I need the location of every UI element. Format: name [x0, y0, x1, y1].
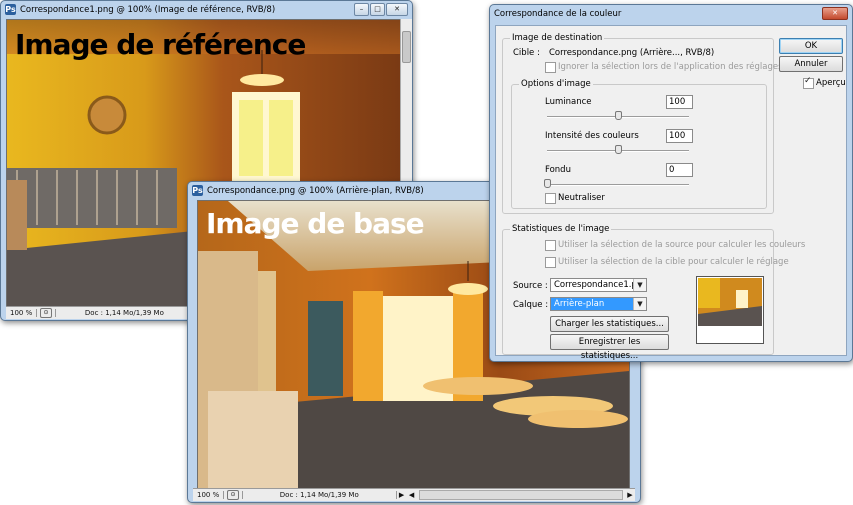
base-overlay-text: Image de base — [206, 207, 425, 240]
fade-input[interactable]: 0 — [666, 163, 693, 177]
dialog-controls: ✕ — [822, 7, 848, 20]
base-zoom-level[interactable]: 100 % — [193, 491, 224, 499]
fade-slider-track[interactable] — [547, 184, 689, 186]
source-select-value: Correspondance1.p... — [554, 280, 645, 290]
photoshop-document-icon: Ps — [5, 4, 16, 15]
scroll-left-icon[interactable]: ◀ — [407, 491, 417, 499]
reference-window-titlebar[interactable]: Ps Correspondance1.png @ 100% (Image de … — [1, 1, 412, 18]
intensity-input[interactable]: 100 — [666, 129, 693, 143]
minimize-icon[interactable]: – — [354, 3, 369, 16]
ignore-selection-label: Ignorer la sélection lors de l'applicati… — [558, 62, 783, 72]
luminance-input[interactable]: 100 — [666, 95, 693, 109]
load-statistics-button[interactable]: Charger les statistiques... — [550, 316, 669, 332]
reference-window-controls: – □ ✕ — [354, 3, 408, 16]
fade-slider-knob[interactable] — [544, 179, 551, 188]
ignore-selection-checkbox[interactable] — [545, 62, 556, 73]
photoshop-document-icon: Ps — [192, 185, 203, 196]
save-statistics-button[interactable]: Enregistrer les statistiques... — [550, 334, 669, 361]
chevron-down-icon[interactable]: ▼ — [633, 279, 646, 291]
layer-label: Calque : — [513, 300, 549, 310]
source-label: Source : — [513, 281, 548, 291]
neutralize-checkbox[interactable] — [545, 193, 556, 204]
cible-value: Correspondance.png (Arrière..., RVB/8) — [549, 48, 715, 58]
document-info-icon[interactable]: ⊙ — [227, 490, 239, 500]
layer-select-value: Arrière-plan — [551, 298, 633, 310]
source-select[interactable]: Correspondance1.p... ▼ — [550, 278, 647, 292]
preview-label: Aperçu — [816, 78, 846, 88]
options-group: Options d'image Luminance 100 Intensité … — [511, 79, 767, 209]
reference-doc-size[interactable]: Doc : 1,14 Mo/1,39 Mo — [55, 309, 194, 317]
play-arrow-icon[interactable]: ▶ — [397, 491, 407, 499]
neutralize-label: Neutraliser — [558, 193, 605, 203]
base-doc-size[interactable]: Doc : 1,14 Mo/1,39 Mo — [242, 491, 397, 499]
options-group-label: Options d'image — [519, 79, 593, 89]
use-target-selection-checkbox[interactable] — [545, 257, 556, 268]
cible-label: Cible : — [513, 48, 540, 58]
dialog-titlebar[interactable]: Correspondance de la couleur — [490, 5, 852, 22]
thumbnail-image — [698, 278, 762, 326]
dialog-title: Correspondance de la couleur — [494, 8, 622, 19]
cancel-button[interactable]: Annuler — [779, 56, 843, 72]
document-info-icon[interactable]: ⊙ — [40, 308, 52, 318]
layer-select[interactable]: Arrière-plan ▼ — [550, 297, 647, 311]
reference-window-title: Correspondance1.png @ 100% (Image de réf… — [20, 4, 276, 15]
luminance-slider-knob[interactable] — [615, 111, 622, 120]
base-status-bar: 100 % ⊙ Doc : 1,14 Mo/1,39 Mo ▶ ◀ ▶ — [193, 488, 635, 501]
base-horizontal-scrollbar[interactable] — [418, 490, 623, 500]
close-icon[interactable]: ✕ — [822, 7, 848, 20]
destination-group-label: Image de destination — [510, 33, 605, 43]
statistics-group: Statistiques de l'image Utiliser la séle… — [502, 224, 805, 361]
ok-button[interactable]: OK — [779, 38, 843, 54]
reference-zoom-level[interactable]: 100 % — [6, 309, 37, 317]
luminance-label: Luminance — [545, 97, 592, 107]
statistics-thumbnail — [696, 276, 764, 344]
maximize-icon[interactable]: □ — [370, 3, 385, 16]
intensity-slider-knob[interactable] — [615, 145, 622, 154]
dialog-body: Image de destination Cible : Corresponda… — [495, 25, 847, 361]
close-icon[interactable]: ✕ — [386, 3, 408, 16]
use-source-selection-checkbox[interactable] — [545, 240, 556, 251]
reference-overlay-text: Image de référence — [15, 28, 306, 61]
use-source-selection-label: Utiliser la sélection de la source pour … — [558, 240, 806, 250]
match-color-dialog[interactable]: Correspondance de la couleur ✕ Image de … — [489, 4, 853, 362]
statistics-group-label: Statistiques de l'image — [510, 224, 612, 234]
intensity-label: Intensité des couleurs — [545, 131, 639, 141]
base-window-title: Correspondance.png @ 100% (Arrière-plan,… — [207, 185, 424, 196]
fade-label: Fondu — [545, 165, 571, 175]
scroll-right-icon[interactable]: ▶ — [625, 491, 635, 499]
destination-group: Image de destination Cible : Corresponda… — [502, 33, 783, 214]
chevron-down-icon[interactable]: ▼ — [633, 298, 646, 310]
preview-checkbox[interactable] — [803, 76, 814, 89]
use-target-selection-label: Utiliser la sélection de la cible pour c… — [558, 257, 789, 267]
